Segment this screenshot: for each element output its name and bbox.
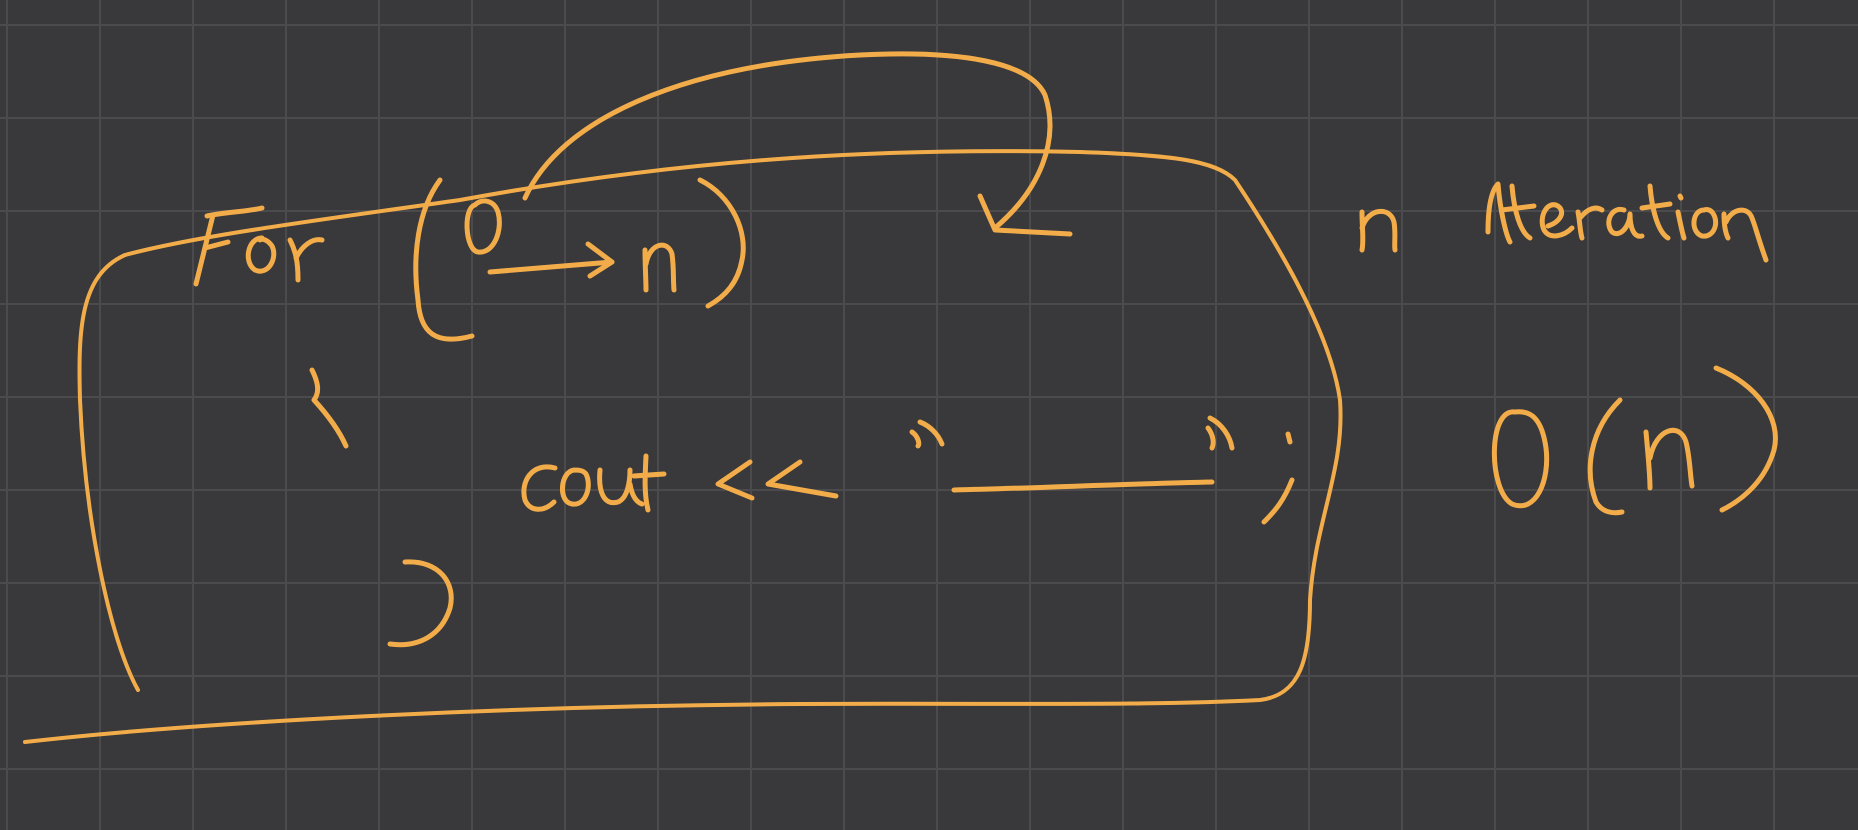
close-paren [697,177,746,309]
range-ink [413,177,746,342]
zero-glyph [464,198,502,255]
loop-enclosure [23,149,1343,744]
complexity-annotation-ink [1491,365,1778,516]
whiteboard: For 0 n cout << "______"; n iteration O(… [0,0,1858,830]
loop-back-arrowhead [977,193,1073,237]
close-brace [387,559,454,648]
iterations-annotation-ink [1359,181,1769,263]
open-brace [309,367,349,449]
cout-statement-ink [521,415,1295,525]
handwriting-layer [23,51,1778,744]
right-arrow [487,259,615,275]
n-glyph [642,242,677,293]
blank-line [951,479,1215,493]
for-keyword-ink [193,205,325,287]
loop-back-arrow [522,51,1053,231]
